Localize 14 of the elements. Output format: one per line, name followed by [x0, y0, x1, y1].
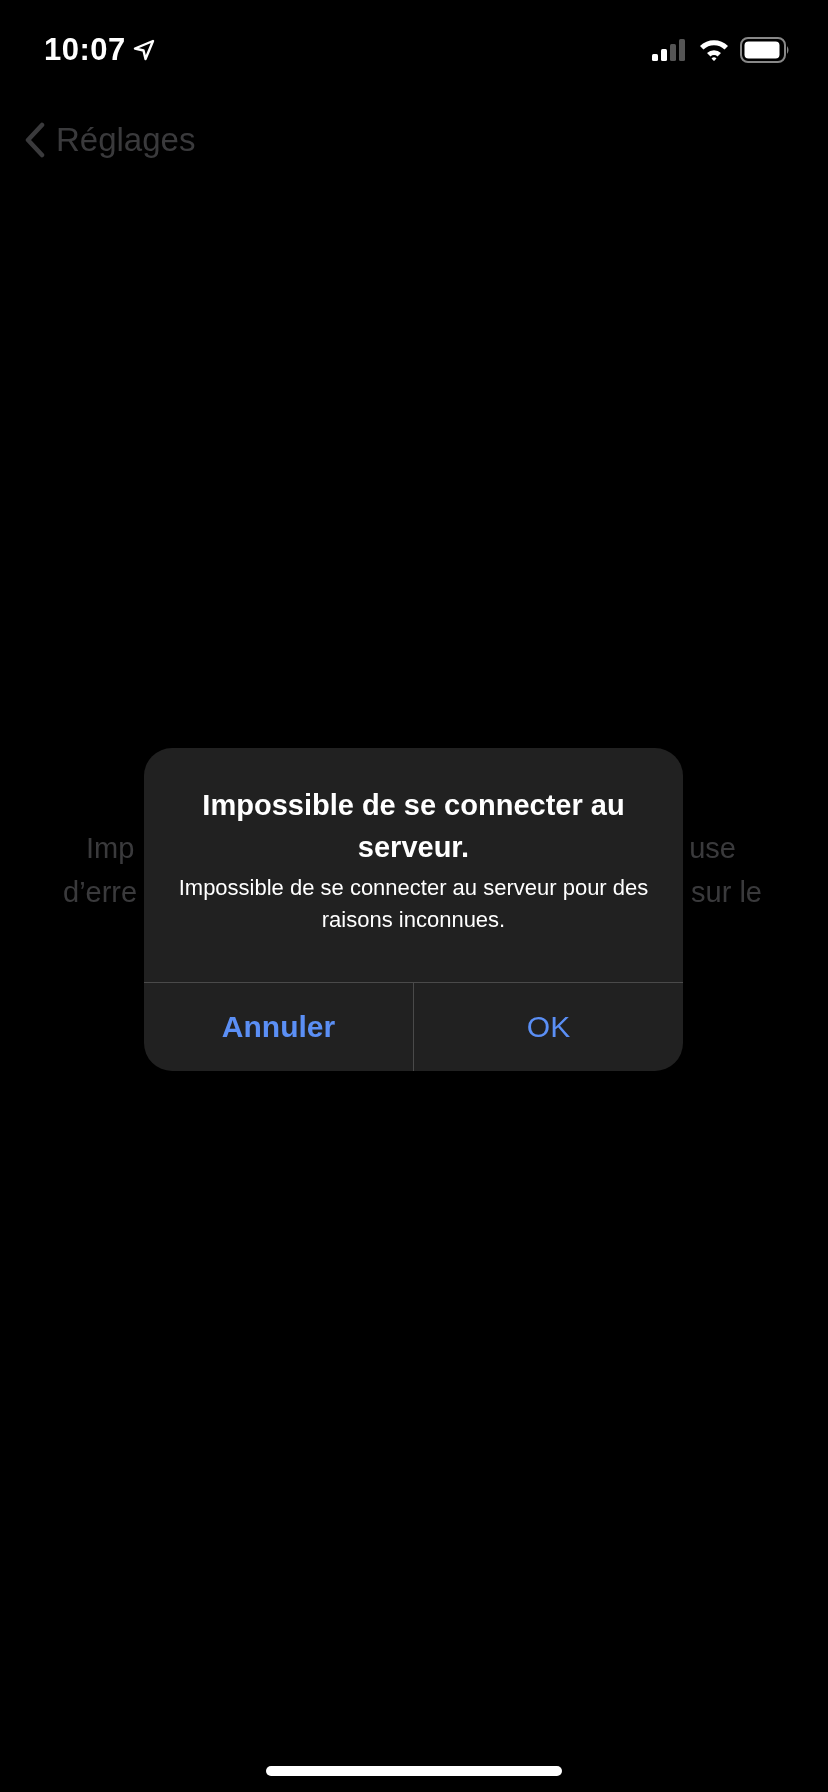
background-text: sur le	[691, 875, 762, 910]
chevron-left-icon	[24, 122, 46, 158]
background-text: use	[689, 831, 736, 866]
battery-icon	[740, 37, 790, 63]
alert-message: Impossible de se connecter au serveur pour des raisons inconnues.	[177, 874, 650, 934]
signal-icon	[652, 38, 688, 62]
wifi-icon	[698, 38, 730, 62]
status-time: 10:07	[44, 32, 126, 68]
background-text: Imp	[86, 831, 135, 866]
cancel-button[interactable]: Annuler	[144, 983, 413, 1071]
alert-title: Impossible de se connecter au serveur.	[201, 788, 626, 865]
ok-button[interactable]: OK	[413, 983, 683, 1071]
background-text: d’erre	[63, 875, 138, 910]
location-arrow-icon	[131, 38, 156, 62]
